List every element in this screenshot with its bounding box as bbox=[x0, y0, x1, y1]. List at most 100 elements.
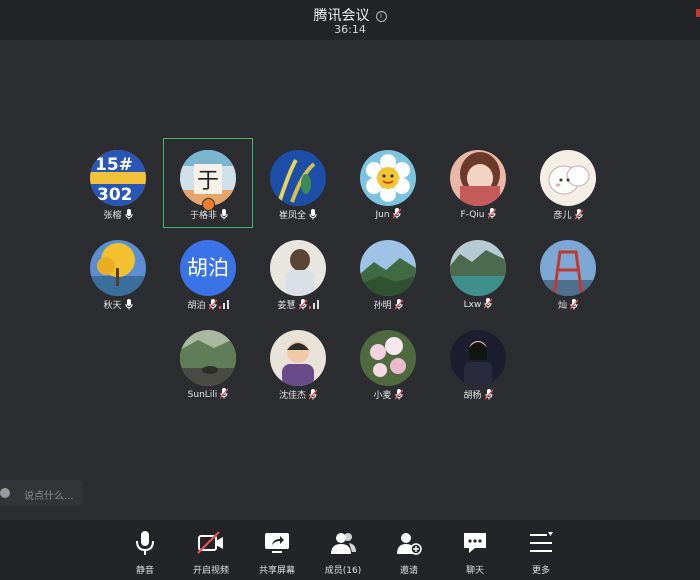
more-menu-icon bbox=[527, 530, 555, 556]
participant-tile[interactable]: 秋天 bbox=[73, 228, 163, 318]
invite-button[interactable]: 邀请 bbox=[376, 520, 442, 580]
participant-tile[interactable]: 灿 bbox=[523, 228, 613, 318]
share-screen-button[interactable]: 共享屏幕 bbox=[244, 520, 310, 580]
participant-nameline: Jun bbox=[343, 208, 433, 220]
mic-on-icon bbox=[220, 209, 228, 220]
window-edge-mark bbox=[696, 9, 700, 17]
mic-muted-icon bbox=[484, 389, 493, 400]
chat-button[interactable]: 聊天 bbox=[442, 520, 508, 580]
more-label: 更多 bbox=[531, 566, 550, 576]
mic-muted-icon bbox=[574, 209, 583, 220]
participant-name: 秋天 bbox=[103, 301, 122, 311]
participant-name: 张榕 bbox=[103, 211, 122, 221]
participant-nameline: SunLili bbox=[163, 388, 253, 400]
participant-avatar bbox=[360, 150, 416, 206]
mic-on-icon bbox=[125, 209, 133, 220]
participant-name: F-Qiu bbox=[460, 210, 485, 220]
participant-avatar bbox=[450, 150, 506, 206]
participant-nameline: 胡泊 bbox=[163, 298, 253, 311]
mic-muted-icon bbox=[394, 299, 403, 310]
share-screen-label: 共享屏幕 bbox=[258, 566, 295, 576]
mic-muted-icon bbox=[484, 298, 493, 309]
participant-tile[interactable]: 彦儿 bbox=[523, 138, 613, 228]
participant-name: 崔凤全 bbox=[278, 211, 306, 221]
svg-text:于: 于 bbox=[197, 169, 219, 194]
svg-text:302: 302 bbox=[97, 185, 133, 205]
members-button[interactable]: 成员(16) bbox=[310, 520, 376, 580]
participant-avatar bbox=[540, 240, 596, 296]
chat-label: 聊天 bbox=[465, 566, 484, 576]
participant-tile[interactable]: 孙明 bbox=[343, 228, 433, 318]
participant-avatar bbox=[180, 330, 236, 386]
participant-tile[interactable]: Jun bbox=[343, 138, 433, 228]
participant-tile[interactable]: 姜慧 bbox=[253, 228, 343, 318]
mic-on-icon bbox=[309, 209, 317, 220]
participant-avatar bbox=[90, 240, 146, 296]
chat-bubble-icon bbox=[461, 530, 489, 556]
participant-nameline: 小麦 bbox=[343, 388, 433, 401]
participant-avatar bbox=[270, 330, 326, 386]
participant-nameline: 于格非 bbox=[164, 208, 254, 221]
participant-avatar bbox=[450, 240, 506, 296]
microphone-icon bbox=[131, 530, 159, 556]
participant-nameline: 彦儿 bbox=[523, 208, 613, 221]
invite-icon bbox=[395, 530, 423, 556]
video-off-icon bbox=[197, 530, 225, 556]
mic-muted-icon bbox=[394, 389, 403, 400]
chat-input[interactable]: 说点什么... bbox=[0, 480, 82, 506]
participant-avatar bbox=[360, 240, 416, 296]
participant-name: 姜慧 bbox=[277, 301, 296, 311]
participant-tile[interactable]: 沈佳杰 bbox=[253, 318, 343, 408]
mic-on-icon bbox=[125, 299, 133, 310]
participant-tile[interactable]: F-Qiu bbox=[433, 138, 523, 228]
start-video-button[interactable]: 开启视频 bbox=[178, 520, 244, 580]
mute-label: 静音 bbox=[135, 566, 154, 576]
meeting-timer: 36:14 bbox=[334, 23, 366, 36]
participant-avatar bbox=[270, 240, 326, 296]
participant-nameline: Lxw bbox=[433, 298, 523, 310]
participant-tile[interactable]: Lxw bbox=[433, 228, 523, 318]
participant-name: Jun bbox=[375, 210, 390, 220]
chat-placeholder: 说点什么... bbox=[24, 491, 74, 502]
mic-muted-icon bbox=[309, 389, 317, 400]
info-icon[interactable]: i bbox=[375, 11, 387, 22]
participant-tile[interactable]: SunLili bbox=[163, 318, 253, 408]
participant-tile-active[interactable]: 于 于格非 bbox=[163, 138, 253, 228]
participant-name: 于格非 bbox=[189, 211, 217, 221]
invite-label: 邀请 bbox=[399, 566, 418, 576]
meeting-title-text: 腾讯会议 bbox=[313, 8, 370, 24]
mic-muted-icon bbox=[220, 388, 229, 399]
participant-nameline: 胡杨 bbox=[433, 388, 523, 401]
participant-nameline: 秋天 bbox=[73, 298, 163, 311]
avatar-initials: 胡泊 bbox=[180, 240, 236, 296]
participant-nameline: 姜慧 bbox=[253, 298, 343, 311]
participant-name: SunLili bbox=[187, 390, 218, 400]
participant-avatar bbox=[270, 150, 326, 206]
mute-button[interactable]: 静音 bbox=[112, 520, 178, 580]
participant-tile[interactable]: 胡泊 胡泊 bbox=[163, 228, 253, 318]
participant-nameline: 孙明 bbox=[343, 298, 433, 311]
participant-nameline: 灿 bbox=[523, 298, 613, 311]
participant-tile[interactable]: 15# 302 张榕 bbox=[73, 138, 163, 228]
participant-name: 孙明 bbox=[373, 301, 392, 311]
participant-name: 彦儿 bbox=[553, 211, 572, 221]
participant-name: 沈佳杰 bbox=[278, 391, 306, 401]
start-video-label: 开启视频 bbox=[192, 566, 229, 576]
participant-avatar bbox=[540, 150, 596, 206]
participant-avatar bbox=[450, 330, 506, 386]
participant-tile[interactable]: 小麦 bbox=[343, 318, 433, 408]
participant-nameline: 沈佳杰 bbox=[253, 388, 343, 401]
participant-name: 灿 bbox=[557, 301, 567, 311]
participant-tile[interactable]: 胡杨 bbox=[433, 318, 523, 408]
participant-name: 胡泊 bbox=[187, 301, 206, 311]
signal-strength-icon bbox=[308, 300, 319, 309]
emoji-icon[interactable] bbox=[0, 488, 10, 498]
more-button[interactable]: 更多 bbox=[508, 520, 574, 580]
participant-nameline: 张榕 bbox=[73, 208, 163, 221]
mic-muted-icon bbox=[208, 299, 217, 310]
participant-tile[interactable]: 崔凤全 bbox=[253, 138, 343, 228]
members-icon bbox=[329, 530, 357, 556]
participant-avatar: 15# 302 bbox=[90, 150, 146, 206]
participant-nameline: 崔凤全 bbox=[253, 208, 343, 221]
participant-avatar bbox=[360, 330, 416, 386]
